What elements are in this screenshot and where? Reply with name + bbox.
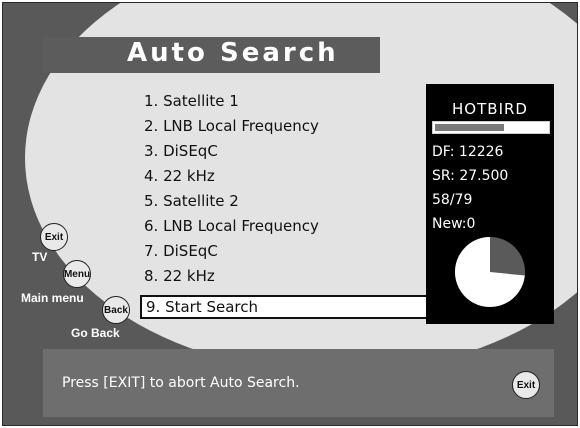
menu-item-satellite-1[interactable]: 1. Satellite 1 [144,92,239,110]
signal-strength-bar [432,121,550,134]
menu-item-diseqc-1[interactable]: 3. DiSEqC [144,142,218,160]
footer-help-text: Press [EXIT] to abort Auto Search. [62,375,300,391]
footer-exit-button[interactable]: Exit [512,371,540,399]
menu-button[interactable]: Menu [63,260,91,288]
menu-button-label: Main menu [21,291,84,305]
menu-item-22khz-2[interactable]: 8. 22 kHz [144,267,215,285]
page-title: Auto Search [127,38,339,68]
new-channels-count: New:0 [432,216,476,232]
help-footer: Press [EXIT] to abort Auto Search. Exit [43,349,554,417]
signal-strength-fill [435,124,504,131]
menu-item-satellite-2[interactable]: 5. Satellite 2 [144,192,239,210]
satellite-name: HOTBIRD [452,100,528,118]
search-progress: 58/79 [432,192,473,208]
symbol-rate: SR: 27.500 [432,168,509,184]
menu-item-start-search-label: 9. Start Search [146,298,259,316]
back-button-label: Go Back [71,326,120,340]
search-info-panel: HOTBIRD DF: 12226 SR: 27.500 58/79 New:0 [426,84,554,324]
exit-button-label: TV [32,250,48,264]
back-button[interactable]: Back [102,296,130,324]
menu-item-lnb-frequency-2[interactable]: 6. LNB Local Frequency [144,217,319,235]
menu-item-start-search[interactable]: 9. Start Search [140,295,431,319]
auto-search-screen: Auto Search 1. Satellite 1 2. LNB Local … [2,2,578,426]
exit-button[interactable]: Exit [40,223,68,251]
menu-item-diseqc-2[interactable]: 7. DiSEqC [144,242,218,260]
menu-item-22khz-1[interactable]: 4. 22 kHz [144,167,215,185]
menu-item-lnb-frequency-1[interactable]: 2. LNB Local Frequency [144,117,319,135]
downlink-frequency: DF: 12226 [432,144,504,160]
search-progress-pie [454,237,525,307]
